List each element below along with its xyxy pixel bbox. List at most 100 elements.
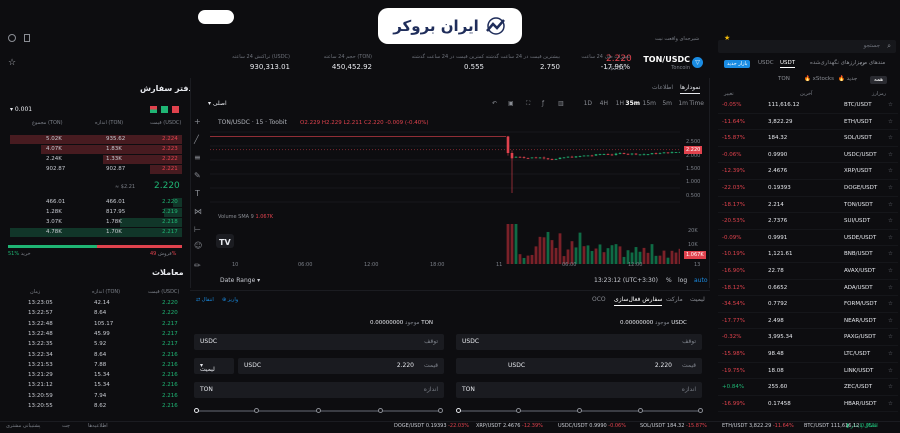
orderbook-layout-icons[interactable] (150, 106, 182, 113)
market-star-icon[interactable]: ☆ (888, 251, 893, 257)
market-row[interactable]: ☆ PAXG/USDT 3,995.34 -0.32% (718, 329, 898, 346)
camera-icon[interactable]: ▣ (508, 100, 514, 107)
markets-tab[interactable]: USDT (780, 60, 796, 68)
star-outline-icon[interactable]: ☆ (8, 58, 16, 68)
market-star-icon[interactable]: ☆ (888, 168, 893, 174)
sell-stop-field[interactable]: USDC توقف (194, 334, 444, 350)
interval-tab[interactable]: 1H (616, 100, 624, 107)
footer-ticker-item[interactable]: SOL/USDT 184.32 -15.87% (640, 423, 707, 429)
horizontal-lines-icon[interactable]: ≡ (194, 153, 201, 162)
market-star-icon[interactable]: ☆ (888, 235, 893, 241)
buy-amount-field[interactable]: TON اندازه (456, 382, 702, 398)
date-range-button[interactable]: Date Range ▾ (220, 277, 260, 284)
footer-ticker-item[interactable]: XRP/USDT 2.4676 -12.39% (476, 423, 543, 429)
market-row[interactable]: ☆ ETH/USDT 3,822.29 -11.64% (718, 114, 898, 131)
sell-price-field[interactable]: USDC 2.220 قیمت (238, 358, 444, 374)
fullscreen-icon[interactable]: ⛶ (526, 100, 530, 108)
orderbook-bid-row[interactable]: 2.217 1.70K 4.78K (6, 228, 182, 237)
interval-tab[interactable]: 15m (643, 100, 656, 107)
market-star-icon[interactable]: ☆ (888, 368, 893, 374)
ruler-icon[interactable]: ⊢ (194, 225, 201, 234)
market-star-icon[interactable]: ☆ (888, 202, 893, 208)
market-row[interactable]: ☆ SUI/USDT 2.7376 -20.53% (718, 213, 898, 230)
ticker-pair-block[interactable]: ▽ TON/USDC Toncoin (626, 55, 706, 73)
transfer-link[interactable]: ⇄ انتقال (196, 297, 214, 303)
indicators-icon[interactable]: ƒ (542, 100, 544, 107)
scale-auto[interactable]: auto (694, 277, 708, 284)
market-star-icon[interactable]: ☆ (888, 318, 893, 324)
market-star-icon[interactable]: ☆ (888, 119, 893, 125)
text-tool-icon[interactable]: T (195, 189, 200, 198)
interval-tab[interactable]: 35m (625, 100, 640, 107)
market-row[interactable]: ☆ AVAX/USDT 22.78 -16.90% (718, 263, 898, 280)
order-tab[interactable]: مارکت (666, 296, 683, 303)
market-star-icon[interactable]: ☆ (888, 218, 893, 224)
orderbook-bid-row[interactable]: 2.220 466.01 466.01 (6, 198, 182, 207)
price-chart[interactable]: TON/USDC · 15 · Toobit O2.229 H2.229 L2.… (210, 114, 680, 284)
market-row[interactable]: ☆ BTC/USDT 111,616.12 -0.05% (718, 97, 898, 114)
markets-subtab[interactable]: همه (870, 76, 888, 84)
market-star-icon[interactable]: ☆ (888, 301, 893, 307)
market-star-icon[interactable]: ☆ (888, 152, 893, 158)
orderbook-ask-row[interactable]: 2.221 902.87 902.87 (6, 165, 182, 174)
market-star-icon[interactable]: ☆ (888, 285, 893, 291)
order-tab[interactable]: OCO (592, 296, 606, 303)
scale-log[interactable]: log (678, 277, 687, 284)
market-row[interactable]: ☆ DOGE/USDT 0.19393 -22.03% (718, 180, 898, 197)
candle-type-icon[interactable]: ▥ (558, 100, 564, 107)
interval-tab[interactable]: 1m (678, 100, 688, 107)
deposit-link[interactable]: ⊕ واریز (222, 297, 238, 303)
buy-amount-slider[interactable] (456, 408, 703, 413)
market-row[interactable]: ☆ LINK/USDT 18.08 -19.75% (718, 363, 898, 380)
scale-percent[interactable]: % (666, 277, 672, 284)
market-star-icon[interactable]: ☆ (888, 401, 893, 407)
market-row[interactable]: ☆ USDC/USDT 0.9990 -0.06% (718, 147, 898, 164)
orderbook-ask-row[interactable]: 2.222 1.33K 2.24K (6, 155, 182, 164)
market-row[interactable]: ☆ NEAR/USDT 2.498 -17.77% (718, 313, 898, 330)
market-row[interactable]: ☆ LTC/USDT 98.48 -15.98% (718, 346, 898, 363)
clipboard-icon[interactable] (24, 34, 30, 42)
footer-link[interactable]: اطلاعیه‌ها (88, 423, 108, 429)
markets-search[interactable]: ⌕ جستجو (718, 40, 896, 53)
emoji-icon[interactable]: ☺ (194, 241, 202, 250)
market-row[interactable]: ☆ XRP/USDT 2.4676 -12.39% (718, 163, 898, 180)
interval-tab[interactable]: 4H (600, 100, 608, 107)
brush-icon[interactable]: ✎ (194, 171, 201, 180)
market-star-icon[interactable]: ☆ (888, 135, 893, 141)
new-market-promo[interactable]: بازار جدید (724, 60, 751, 68)
market-row[interactable]: ☆ TON/USDT 2.214 -18.17% (718, 197, 898, 214)
footer-ticker-item[interactable]: USDC/USDT 0.9990 -0.06% (558, 423, 626, 429)
settings-icon[interactable] (8, 34, 16, 42)
market-star-icon[interactable]: ☆ (888, 102, 893, 108)
pattern-icon[interactable]: ⋈ (194, 207, 202, 216)
orderbook-ask-row[interactable]: 2.224 935.62 5.02K (6, 135, 182, 144)
sell-amount-slider[interactable] (194, 408, 443, 413)
market-row[interactable]: ☆ HBAR/USDT 0.17458 -16.99% (718, 396, 898, 413)
footer-ticker-item[interactable]: ETH/USDT 3,822.29 -11.64% (722, 423, 794, 429)
market-row[interactable]: ☆ BNB/USDT 1,121.61 -10.19% (718, 246, 898, 263)
crosshair-icon[interactable]: + (194, 117, 201, 126)
market-star-icon[interactable]: ☆ (888, 268, 893, 274)
tab-info[interactable]: اطلاعات (652, 84, 673, 91)
markets-subtab[interactable]: 🔥 xStocks (804, 76, 834, 82)
pencil-icon[interactable]: ✏ (194, 261, 201, 270)
buy-stop-field[interactable]: USDC توقف (456, 334, 702, 350)
orderbook-ask-row[interactable]: 2.223 1.83K 4.07K (6, 145, 182, 154)
markets-tab[interactable]: TON (778, 76, 790, 82)
footer-link[interactable]: پشتیبانی مشتری (6, 423, 40, 429)
orderbook-bid-row[interactable]: 2.218 1.78K 3.07K (6, 218, 182, 227)
interval-tab[interactable]: 5m (662, 100, 672, 107)
top-pill[interactable] (198, 10, 234, 24)
market-star-icon[interactable]: ☆ (888, 384, 893, 390)
sell-type-select[interactable]: لیمیت ▾ (194, 358, 234, 374)
undo-icon[interactable]: ↶ (492, 100, 497, 107)
footer-link[interactable]: چت (62, 423, 70, 429)
trendline-icon[interactable]: ╱ (194, 135, 199, 144)
order-tab[interactable]: سفارش فعال‌سازی (614, 296, 663, 306)
orderbook-bid-row[interactable]: 2.219 817.95 1.28K (6, 208, 182, 217)
market-star-icon[interactable]: ☆ (888, 334, 893, 340)
market-row[interactable]: ☆ USDE/USDT 0.9991 -0.09% (718, 230, 898, 247)
tab-charts[interactable]: نمودارها (680, 84, 701, 94)
footer-ticker-item[interactable]: DOGE/USDT 0.19393 -22.03% (394, 423, 469, 429)
sell-amount-field[interactable]: TON اندازه (194, 382, 444, 398)
